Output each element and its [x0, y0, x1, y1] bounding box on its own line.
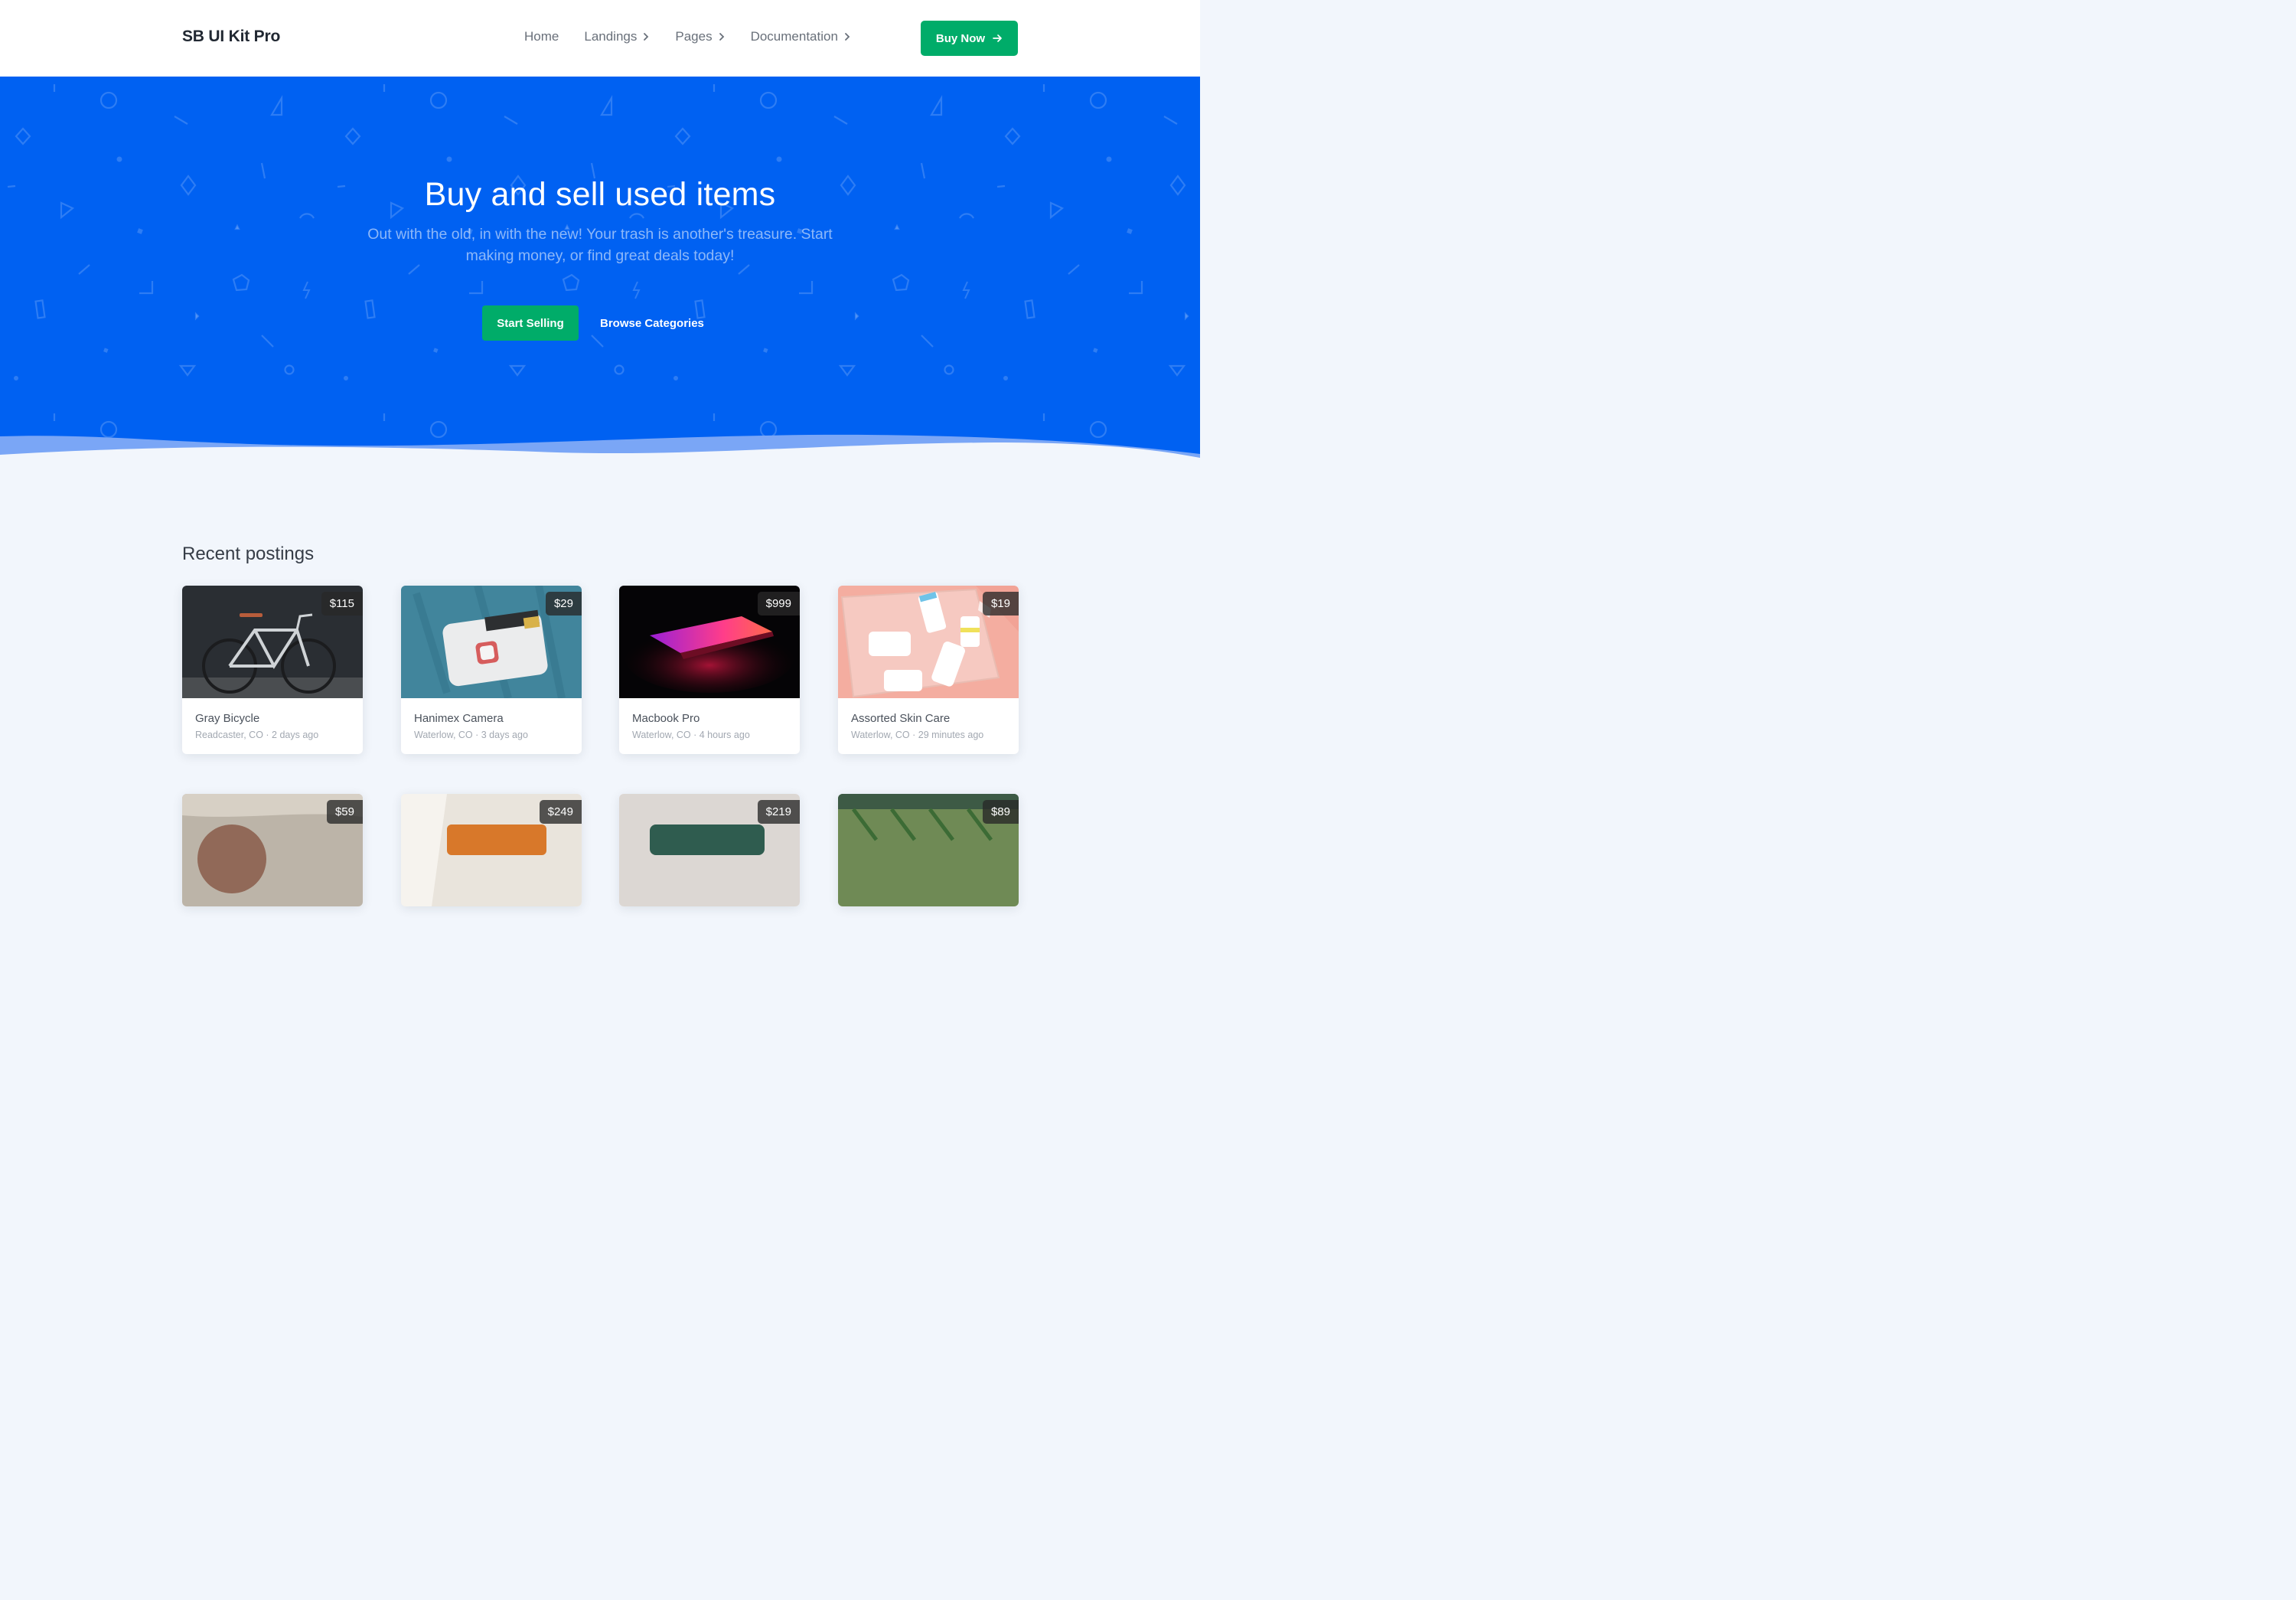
nav-item-label: Landings	[584, 29, 638, 44]
hero-subtitle: Out with the old, in with the new! Your …	[367, 226, 833, 264]
hero-section: Buy and sell used items Out with the old…	[0, 77, 1200, 467]
listing-card[interactable]: $59	[182, 794, 363, 906]
buy-now-label: Buy Now	[935, 31, 986, 45]
listing-meta: Waterlow, CO · 4 hours ago	[632, 730, 750, 740]
nav-item-documentation[interactable]: Documentation	[751, 29, 851, 44]
listing-card[interactable]: $89	[838, 794, 1019, 906]
listing-card[interactable]: $999 Macbook Pro Waterlow, CO · 4 hours …	[619, 586, 800, 754]
listing-image: $219	[619, 794, 800, 906]
hero-pattern	[6, 83, 1200, 439]
nav-item-label: Pages	[675, 29, 713, 44]
nav-item-label: Home	[524, 29, 559, 44]
start-selling-button[interactable]: Start Selling	[482, 305, 579, 341]
hero-actions: Start Selling Browse Categories	[482, 305, 704, 341]
browse-categories-link[interactable]: Browse Categories	[600, 317, 704, 330]
listing-image: $115	[182, 586, 363, 698]
price-badge: $29	[545, 592, 582, 616]
nav-item-home[interactable]: Home	[524, 29, 559, 44]
listing-card[interactable]: $249	[401, 794, 582, 906]
listing-body: Hanimex Camera Waterlow, CO · 3 days ago	[401, 698, 582, 754]
listing-card[interactable]: $19 Assorted Skin Care Waterlow, CO · 29…	[838, 586, 1019, 754]
chevron-right-icon	[719, 33, 724, 41]
listing-meta: Waterlow, CO · 29 minutes ago	[851, 730, 984, 740]
nav-item-landings[interactable]: Landings	[584, 29, 650, 44]
buy-now-button[interactable]: Buy Now	[921, 21, 1018, 56]
listing-card[interactable]: $219	[619, 794, 800, 906]
price-badge: $89	[982, 800, 1019, 824]
chevron-right-icon	[644, 33, 649, 41]
listing-body: Gray Bicycle Readcaster, CO · 2 days ago	[182, 698, 363, 754]
listing-body: Macbook Pro Waterlow, CO · 4 hours ago	[619, 698, 800, 754]
price-badge: $249	[539, 800, 582, 824]
listing-title: Gray Bicycle	[195, 712, 260, 725]
listing-image: $89	[838, 794, 1019, 906]
price-badge: $115	[321, 592, 363, 616]
nav-item-label: Documentation	[750, 29, 838, 44]
arrow-right-icon	[993, 34, 1002, 42]
listing-image: $29	[401, 586, 582, 698]
price-badge: $999	[757, 592, 800, 616]
listing-image: $249	[401, 794, 582, 906]
listing-image: $19	[838, 586, 1019, 698]
price-badge: $19	[982, 592, 1019, 616]
listing-meta: Waterlow, CO · 3 days ago	[414, 730, 528, 740]
navbar: SB UI Kit Pro Home Landings Pages Docume…	[0, 0, 1200, 77]
chevron-right-icon	[845, 33, 850, 41]
listing-body: Assorted Skin Care Waterlow, CO · 29 min…	[838, 698, 1019, 754]
section-title: Recent postings	[182, 544, 315, 564]
brand-logo[interactable]: SB UI Kit Pro	[182, 28, 280, 46]
listing-image: $59	[182, 794, 363, 906]
listing-title: Assorted Skin Care	[851, 712, 951, 725]
price-badge: $219	[757, 800, 800, 824]
listing-image: $999	[619, 586, 800, 698]
wave-divider	[0, 434, 1200, 475]
listing-title: Hanimex Camera	[414, 712, 504, 725]
listing-meta: Readcaster, CO · 2 days ago	[195, 730, 319, 740]
hero-title: Buy and sell used items	[424, 176, 776, 213]
listing-card[interactable]: $115 Gray Bicycle Readcaster, CO · 2 day…	[182, 586, 363, 754]
price-badge: $59	[326, 800, 363, 824]
listing-card[interactable]: $29 Hanimex Camera Waterlow, CO · 3 days…	[401, 586, 582, 754]
listing-title: Macbook Pro	[632, 712, 700, 725]
nav-item-pages[interactable]: Pages	[675, 29, 725, 44]
nav-links: Home Landings Pages Documentation	[524, 29, 876, 44]
